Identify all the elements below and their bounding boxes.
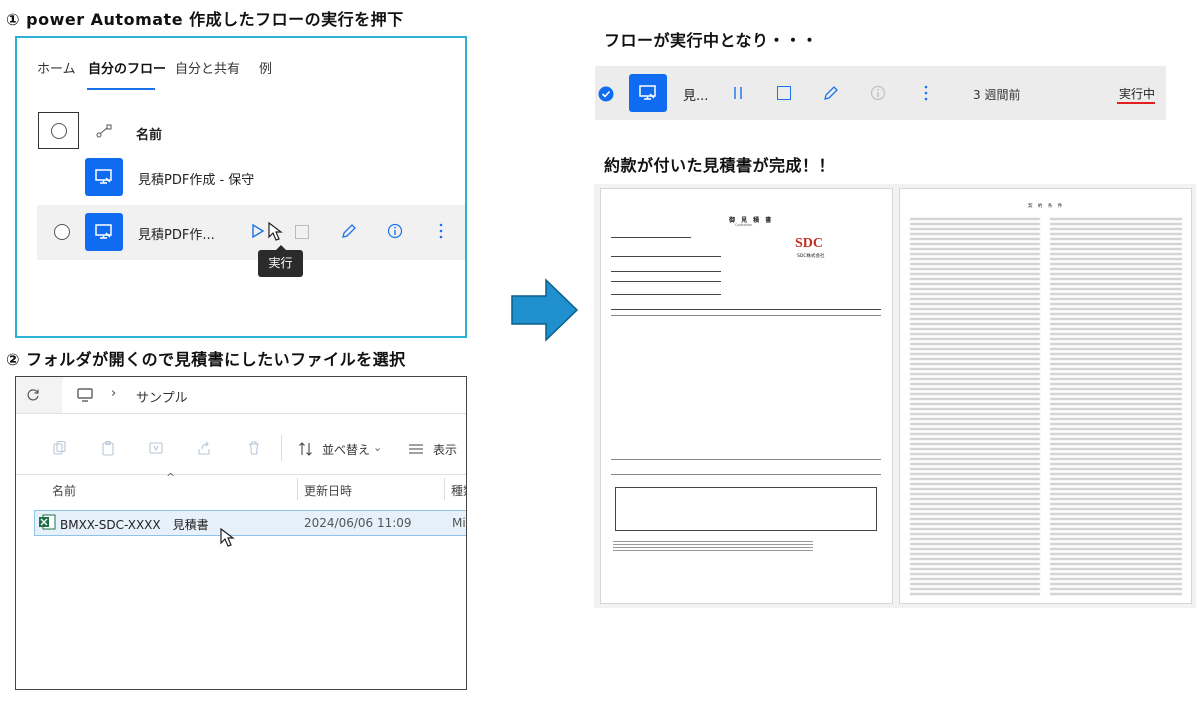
- quotation-page: 御 見 積 書 Quotation SDC SDC株式会社: [600, 188, 893, 604]
- breadcrumb-separator-icon: ›: [111, 386, 117, 401]
- flow-name-short[interactable]: 見...: [683, 85, 708, 104]
- flow-icon: [85, 213, 123, 251]
- more-icon[interactable]: [438, 223, 444, 239]
- step1-heading: ① power Automate 作成したフローの実行を押下: [6, 10, 404, 29]
- edit-icon[interactable]: [341, 223, 357, 239]
- line: [611, 256, 721, 257]
- checked-icon[interactable]: [598, 86, 614, 102]
- edit-icon[interactable]: [823, 85, 839, 101]
- view-icon: [409, 444, 423, 454]
- share-icon[interactable]: [196, 440, 212, 456]
- terms-text-left: [910, 215, 1040, 595]
- terms-text-right: [1050, 215, 1182, 595]
- terms-title: 契 約 条 件: [1028, 204, 1065, 209]
- row-radio[interactable]: [54, 224, 70, 240]
- table-footer-line: [611, 474, 881, 475]
- run-icon[interactable]: [251, 224, 265, 238]
- arrow-right-icon: [511, 278, 579, 342]
- column-name-header: 名前: [136, 128, 163, 143]
- more-icon[interactable]: [923, 85, 929, 101]
- tab-shared[interactable]: 自分と共有: [175, 58, 240, 77]
- stop-icon[interactable]: [777, 86, 791, 100]
- flow-icon: [629, 74, 667, 112]
- delete-icon[interactable]: [246, 440, 262, 456]
- pause-icon[interactable]: [732, 86, 744, 100]
- running-flow-row[interactable]: 見... 3 週間前 実行中: [595, 66, 1166, 120]
- table-footer-line: [611, 459, 881, 460]
- breadcrumb-folder[interactable]: サンプル: [136, 387, 188, 406]
- divider: [16, 474, 466, 475]
- flow-name-short[interactable]: 見積PDF作...: [138, 224, 215, 243]
- file-type: Mi: [452, 516, 466, 530]
- column-type[interactable]: 種類: [451, 482, 466, 499]
- run-tooltip: 実行: [258, 245, 303, 277]
- power-automate-panel: ホーム 自分のフロー 自分と共有 例 名前 見積PDF作成 - 保守 見積PDF…: [15, 36, 467, 338]
- step3-heading: フローが実行中となり・・・: [604, 31, 819, 50]
- active-tab-indicator: [87, 88, 155, 90]
- company-name: SDC株式会社: [797, 254, 825, 259]
- modified-age: 3 週間前: [973, 88, 1021, 102]
- pc-icon[interactable]: [76, 387, 94, 403]
- tab-home[interactable]: ホーム: [37, 58, 76, 77]
- status-running: 実行中: [1119, 87, 1156, 101]
- file-explorer-panel: › サンプル 並べ替え ⌄ 表示 ^ 名前 更新日時 種類 BMXX-SDC-X…: [15, 376, 467, 690]
- cursor-icon: [220, 527, 235, 547]
- line: [611, 281, 721, 282]
- view-button[interactable]: 表示: [433, 441, 457, 458]
- connector-icon: [96, 124, 112, 138]
- info-icon[interactable]: [387, 223, 403, 239]
- sort-icon: [299, 442, 312, 456]
- flow-name-full[interactable]: 見積PDF作成 - 保守: [138, 169, 254, 188]
- excel-file-icon: [39, 514, 56, 530]
- explorer-address-tab: [62, 377, 466, 413]
- file-modified: 2024/06/06 11:09: [304, 516, 412, 530]
- cursor-icon: [268, 221, 283, 241]
- remarks-box: [615, 487, 877, 531]
- select-all-box[interactable]: [38, 112, 79, 149]
- info-icon[interactable]: [870, 85, 886, 101]
- step2-heading: ② フォルダが開くので見積書にしたいファイルを選択: [6, 350, 406, 369]
- chevron-down-icon[interactable]: ⌄: [373, 441, 382, 454]
- line: [611, 237, 691, 238]
- column-modified[interactable]: 更新日時: [304, 482, 352, 499]
- terms-page: 契 約 条 件: [899, 188, 1192, 604]
- toolbar-separator: [281, 435, 282, 461]
- line: [611, 271, 721, 272]
- column-name[interactable]: 名前: [52, 482, 76, 499]
- file-name[interactable]: BMXX-SDC-XXXX 見積書: [60, 516, 209, 533]
- quote-subtitle: Quotation: [735, 223, 753, 227]
- flow-icon: [85, 158, 123, 196]
- column-separator: [444, 478, 445, 500]
- paste-icon[interactable]: [100, 440, 116, 456]
- document-preview: 御 見 積 書 Quotation SDC SDC株式会社 契 約 条 件: [594, 184, 1196, 608]
- table-line: [611, 315, 881, 316]
- notes-lines: [613, 539, 813, 553]
- rename-icon[interactable]: [148, 440, 164, 456]
- column-separator: [297, 478, 298, 500]
- tab-examples[interactable]: 例: [259, 58, 272, 77]
- table-header-line: [611, 309, 881, 310]
- checkbox-icon: [51, 123, 67, 139]
- copy-icon[interactable]: [52, 440, 68, 456]
- stop-icon[interactable]: [295, 225, 309, 239]
- tab-my-flows[interactable]: 自分のフロー: [88, 58, 166, 77]
- company-logo: SDC: [795, 236, 824, 251]
- status-underline: [1117, 102, 1155, 104]
- sort-indicator-icon: ^: [166, 471, 176, 484]
- refresh-icon[interactable]: [26, 388, 40, 402]
- line: [611, 294, 721, 295]
- step4-heading: 約款が付いた見積書が完成！！: [604, 156, 836, 175]
- divider: [16, 413, 466, 414]
- sort-button[interactable]: 並べ替え: [322, 441, 370, 458]
